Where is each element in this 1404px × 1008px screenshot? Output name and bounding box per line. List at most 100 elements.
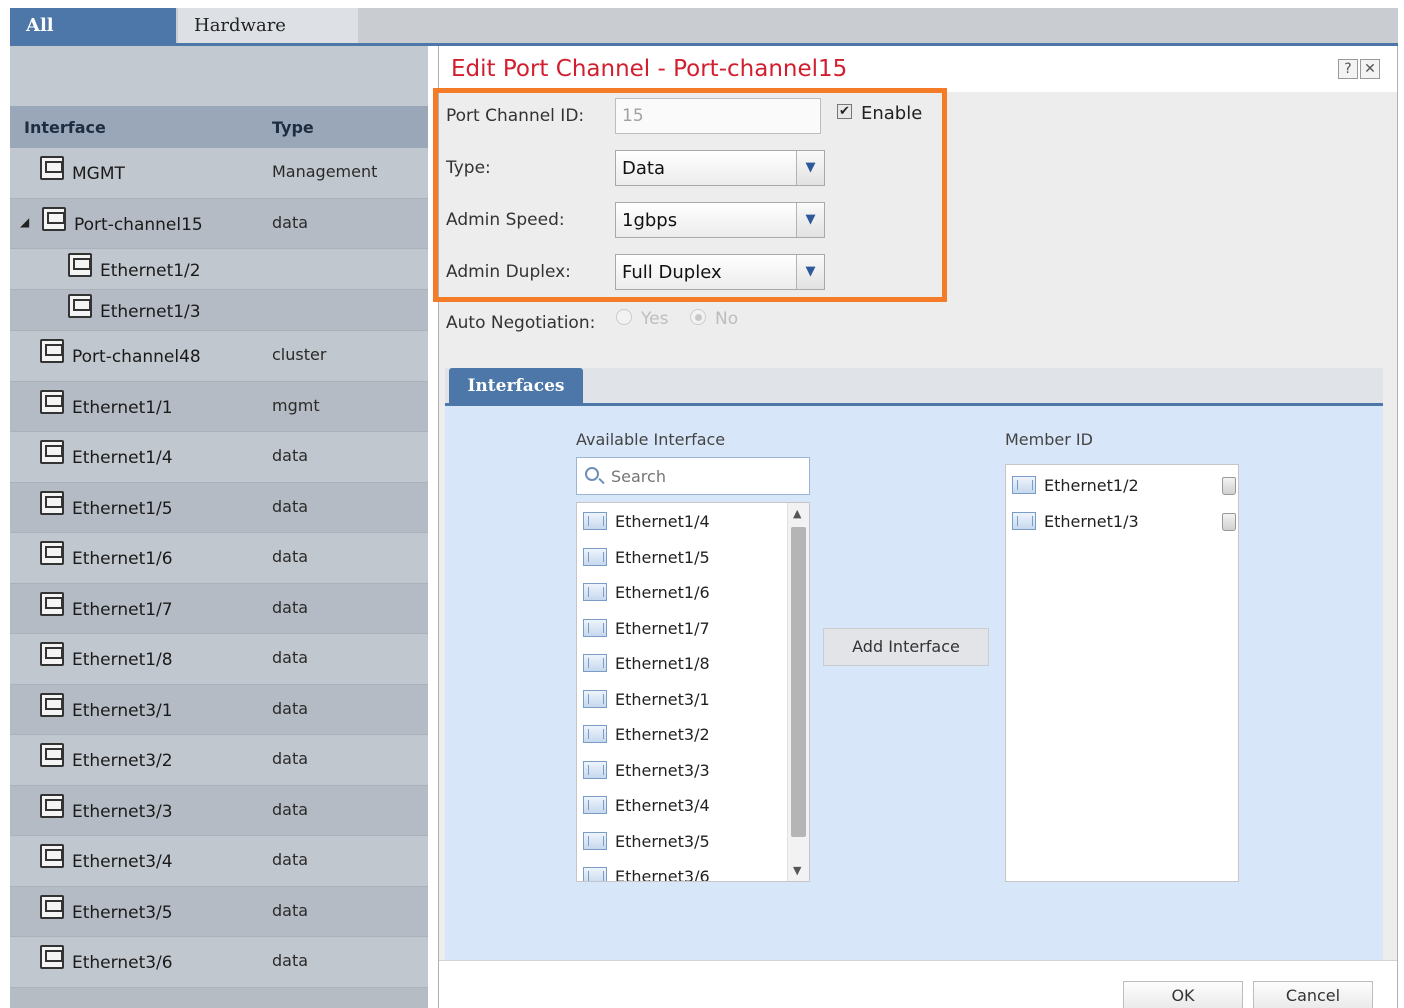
port-channel-icon xyxy=(42,206,66,231)
row-interface-name: MGMT xyxy=(72,164,125,184)
data-port-icon xyxy=(40,894,64,919)
row-interface-name: Ethernet3/6 xyxy=(72,953,173,973)
dialog-titlebar: Edit Port Channel - Port-channel15 ? ✕ xyxy=(439,46,1397,92)
table-row[interactable]: Ethernet1/7 data xyxy=(10,583,428,634)
list-item-label: Ethernet1/7 xyxy=(615,619,710,638)
data-port-icon xyxy=(40,591,64,616)
table-row[interactable]: Ethernet1/5 data xyxy=(10,482,428,533)
table-row[interactable]: MGMT Management xyxy=(10,148,428,199)
port-channel-id-input[interactable]: 15 xyxy=(615,98,821,134)
chevron-down-icon[interactable]: ▼ xyxy=(796,255,824,289)
help-icon[interactable]: ? xyxy=(1338,59,1358,79)
enable-checkbox[interactable]: ✔ xyxy=(837,104,852,119)
type-select-value: Data xyxy=(622,158,665,179)
row-interface-type: data xyxy=(272,547,309,566)
data-port-icon xyxy=(40,490,64,515)
row-interface-type: cluster xyxy=(272,345,327,364)
column-header-type[interactable]: Type xyxy=(272,118,314,137)
table-row[interactable]: Ethernet1/8 data xyxy=(10,634,428,685)
table-row[interactable]: Ethernet3/4 data xyxy=(10,836,428,887)
auto-negotiation-no-radio[interactable] xyxy=(690,309,706,325)
data-port-icon xyxy=(40,440,64,464)
available-interface-label: Available Interface xyxy=(576,430,726,449)
admin-duplex-select-value: Full Duplex xyxy=(622,262,722,283)
table-row[interactable]: Ethernet1/3 xyxy=(10,290,428,331)
top-tab-bar: All Interfaces Hardware Bypass xyxy=(10,8,1398,71)
row-interface-name: Ethernet1/8 xyxy=(72,650,173,670)
table-row[interactable]: Ethernet1/4 data xyxy=(10,432,428,483)
tab-hardware-bypass[interactable]: Hardware Bypass xyxy=(178,8,358,71)
scrollbar-thumb[interactable] xyxy=(791,527,806,837)
table-header: Interface Type xyxy=(10,106,428,148)
table-row[interactable]: Ethernet3/1 data xyxy=(10,684,428,735)
available-interface-list[interactable]: Ethernet1/4 Ethernet1/5 Ethernet1/6 Ethe… xyxy=(576,502,810,882)
type-label: Type: xyxy=(446,158,491,178)
type-select[interactable]: Data ▼ xyxy=(615,150,825,186)
data-port-icon xyxy=(40,793,64,818)
ethernet-port-icon xyxy=(68,294,92,318)
trash-icon[interactable] xyxy=(1222,477,1236,495)
row-interface-type: mgmt xyxy=(272,395,320,415)
admin-speed-select[interactable]: 1gbps ▼ xyxy=(615,202,825,238)
auto-negotiation-no-label: No xyxy=(715,309,739,329)
row-interface-name: Port-channel48 xyxy=(72,347,201,367)
search-box[interactable] xyxy=(576,457,810,495)
row-interface-name: Ethernet3/5 xyxy=(72,902,173,923)
list-scrollbar[interactable]: ▲ ▼ xyxy=(787,503,809,881)
list-item-label: Ethernet1/2 xyxy=(1044,476,1139,495)
list-item-label: Ethernet1/3 xyxy=(1044,512,1139,531)
management-port-icon xyxy=(40,389,64,414)
row-interface-name: Ethernet3/2 xyxy=(72,751,173,771)
member-id-list[interactable]: Ethernet1/2 Ethernet1/3 xyxy=(1005,464,1239,882)
interface-icon xyxy=(583,619,607,637)
chevron-down-icon[interactable]: ▼ xyxy=(796,151,824,185)
dialog-title: Edit Port Channel - Port-channel15 xyxy=(451,56,848,82)
cluster-port-channel-icon xyxy=(40,339,64,363)
interfaces-panel: Interfaces Available Interface Member ID… xyxy=(445,368,1383,960)
interface-icon xyxy=(583,512,607,530)
dialog-footer: OK Cancel xyxy=(439,960,1397,1008)
scroll-up-icon[interactable]: ▲ xyxy=(793,507,801,520)
table-row[interactable]: Ethernet3/5 data xyxy=(10,886,428,937)
interfaces-app: All Interfaces Hardware Bypass Interface… xyxy=(0,0,1404,1008)
table-row[interactable]: Ethernet3/3 data xyxy=(10,785,428,836)
list-item-label: Ethernet3/5 xyxy=(615,832,710,851)
interface-icon xyxy=(583,725,607,743)
column-header-interface[interactable]: Interface xyxy=(24,118,106,137)
table-row[interactable]: Ethernet1/6 data xyxy=(10,533,428,584)
tab-interfaces[interactable]: Interfaces xyxy=(449,368,583,406)
auto-negotiation-label: Auto Negotiation: xyxy=(446,313,596,333)
table-row[interactable]: ◢ Port-channel15 data xyxy=(10,198,428,249)
edit-port-channel-dialog: Edit Port Channel - Port-channel15 ? ✕ P… xyxy=(433,46,1398,1008)
table-row[interactable]: Port-channel48 cluster xyxy=(10,331,428,382)
interface-icon xyxy=(583,796,607,814)
row-interface-type: data xyxy=(272,212,309,232)
collapse-arrow-icon[interactable]: ◢ xyxy=(20,215,29,229)
table-row[interactable]: Ethernet1/2 xyxy=(10,249,428,290)
cancel-button[interactable]: Cancel xyxy=(1253,981,1373,1008)
search-input[interactable] xyxy=(611,466,801,486)
table-body: MGMT Management ◢ Port-channel15 data Et… xyxy=(10,148,428,988)
interface-icon xyxy=(583,654,607,672)
chevron-down-icon[interactable]: ▼ xyxy=(796,203,824,237)
data-port-icon xyxy=(40,692,64,717)
list-item-label: Ethernet1/5 xyxy=(615,548,710,567)
admin-duplex-select[interactable]: Full Duplex ▼ xyxy=(615,254,825,290)
scroll-down-icon[interactable]: ▼ xyxy=(793,864,801,877)
tab-all-interfaces[interactable]: All Interfaces xyxy=(10,8,176,71)
table-row[interactable]: Ethernet3/6 data xyxy=(10,937,428,988)
row-interface-name: Ethernet1/7 xyxy=(72,599,173,620)
list-item-label: Ethernet1/4 xyxy=(615,512,710,531)
interfaces-tab-body: Available Interface Member ID Ethernet1/… xyxy=(445,406,1383,960)
auto-negotiation-yes-radio[interactable] xyxy=(616,309,632,325)
interface-icon xyxy=(583,867,607,881)
close-icon[interactable]: ✕ xyxy=(1360,59,1380,79)
table-row[interactable]: Ethernet1/1 mgmt xyxy=(10,381,428,432)
list-item-label: Ethernet3/4 xyxy=(615,796,710,815)
row-interface-name: Ethernet3/1 xyxy=(72,700,173,721)
table-row[interactable]: Ethernet3/2 data xyxy=(10,735,428,786)
add-interface-button[interactable]: Add Interface xyxy=(823,628,989,666)
data-port-icon xyxy=(40,541,64,565)
ok-button[interactable]: OK xyxy=(1123,981,1243,1008)
trash-icon[interactable] xyxy=(1222,513,1236,531)
